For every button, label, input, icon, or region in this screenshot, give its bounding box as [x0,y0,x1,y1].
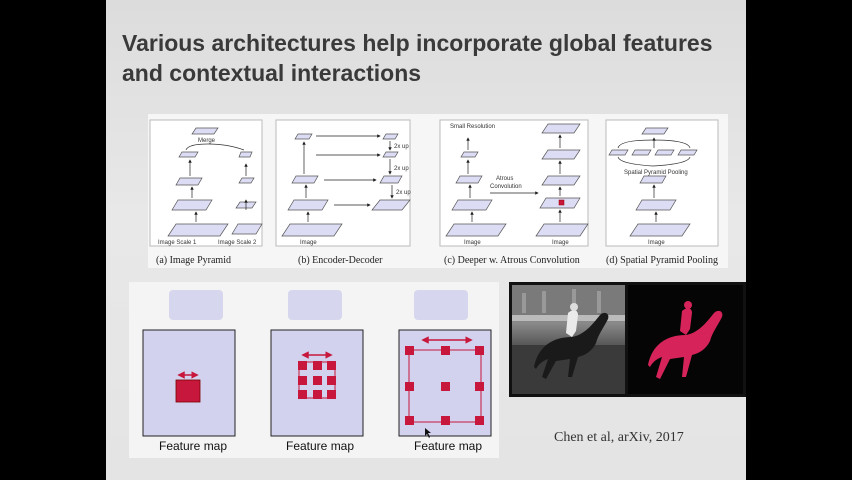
panel-b-up3: 2x up [396,190,411,196]
panel-d-image-label: Image [648,240,665,246]
citation: Chen et al, arXiv, 2017 [554,430,684,445]
segmentation-mask [628,285,743,394]
kernel-dilated-2 [298,361,336,399]
panel-b-up1: 2x up [394,144,409,150]
architecture-diagram: Merge Image Scale 1 Image Scale 2 2x up … [149,119,719,266]
input-photo [512,285,625,394]
output-box-2 [288,290,342,320]
panel-c-kernel [558,199,565,206]
caption-image-pyramid: (a) Image Pyramid [156,255,231,266]
panel-d-spp-label: Spatial Pyramid Pooling [624,170,688,176]
architecture-figure: Merge Image Scale 1 Image Scale 2 2x up … [148,114,728,268]
caption-encoder-decoder: (b) Encoder-Decoder [298,255,383,266]
panel-b-up2: 2x up [394,166,409,172]
panel-a-scale1-label: Image Scale 1 [158,240,197,246]
caption-atrous: (c) Deeper w. Atrous Convolution [444,255,580,266]
panel-c-image-label2: Image [552,240,569,246]
slide: Various architectures help incorporate g… [106,0,746,480]
panel-b-image-label: Image [300,240,317,246]
output-box-1 [169,290,223,320]
slide-title: Various architectures help incorporate g… [122,30,713,86]
feature-map-label-2: Feature map [286,439,355,453]
panel-c-atrous-label: Atrous [496,176,513,182]
feature-map-label-3: Feature map [414,439,483,453]
panel-a-scale2-label: Image Scale 2 [218,240,257,246]
feature-map-figure: Feature map Feature map Feature map [129,282,499,458]
panel-a-merge-label: Merge [198,138,216,144]
feature-map-diagram [142,290,492,438]
panel-c-conv-label: Convolution [490,184,522,190]
output-box-3 [414,290,468,320]
segmentation-example [509,282,746,397]
panel-c-image-label1: Image [464,240,481,246]
panel-c-smallres-label: Small Resolution [450,124,495,130]
caption-spp: (d) Spatial Pyramid Pooling [606,255,718,266]
kernel-3x3-dense [175,379,201,403]
feature-map-label-1: Feature map [159,439,228,453]
